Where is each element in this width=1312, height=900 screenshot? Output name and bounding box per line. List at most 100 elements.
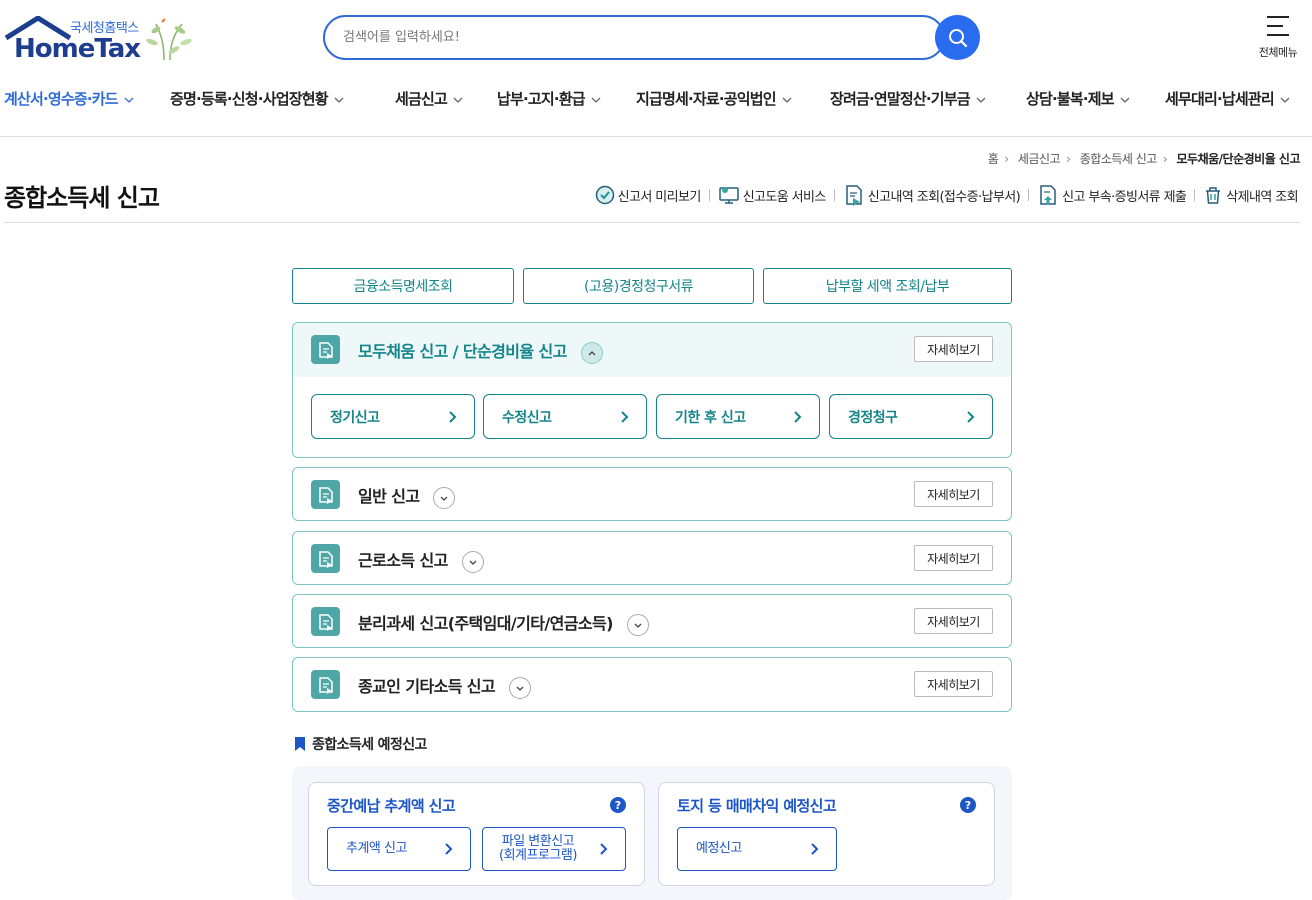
refund-claim-label: 경정청구 [848,409,898,426]
preliminary-report-button[interactable]: 예정신고 [677,827,837,871]
file-conversion-label: 파일 변환신고 [501,833,575,849]
report-history-label: 신고내역 조회(접수증·납부서) [867,189,1021,205]
gnb-label: 계산서·영수증·카드 [4,90,119,108]
chevron-right-icon [621,411,629,423]
document-edit-icon [311,544,340,573]
breadcrumb-income-tax[interactable]: 종합소득세 신고 [1080,152,1158,166]
deleted-history-button[interactable]: 삭제내역 조회 [1203,185,1299,205]
accordion-title: 분리과세 신고(주택임대/기타/연금소득) [358,614,613,633]
employment-refund-docs-button[interactable]: (고용)경정청구서류 [523,268,754,304]
interim-prepayment-card: 중간예납 추계액 신고 ? 추계액 신고 파일 변환신고 (회계프로그램) [308,782,645,886]
chevron-down-icon [453,97,463,103]
accordion-religious-income-report: 종교인 기타소득 신고 자세히보기 [292,657,1012,712]
report-help-label: 신고도움 서비스 [742,189,827,205]
report-history-button[interactable]: 신고내역 조회(접수증·납부서) [843,184,1021,206]
breadcrumb-home[interactable]: 홈 [988,152,999,166]
gnb-certificate-registration[interactable]: 증명·등록·신청·사업장현황 [170,88,344,109]
preliminary-report-label: 예정신고 [696,840,742,856]
gnb-invoice-receipt-card[interactable]: 계산서·영수증·카드 [4,88,134,109]
hamburger-icon [1267,16,1289,36]
check-circle-icon [595,185,614,205]
accordion-title: 종교인 기타소득 신고 [358,677,496,696]
detail-button[interactable]: 자세히보기 [914,481,993,507]
estimate-section-label: 종합소득세 예정신고 [312,737,427,753]
late-report-button[interactable]: 기한 후 신고 [656,394,820,439]
accordion-separate-tax-report: 분리과세 신고(주택임대/기타/연금소득) 자세히보기 [292,594,1012,648]
financial-income-lookup-button[interactable]: 금융소득명세조회 [292,268,514,304]
accordion-title: 일반 신고 [358,487,420,506]
accordion-title: 근로소득 신고 [358,551,448,570]
toolbar: 신고서 미리보기 신고도움 서비스 신고내역 조회(접수증·납부서) 신고 부속… [595,184,1299,206]
estimate-panel: 중간예납 추계액 신고 ? 추계액 신고 파일 변환신고 (회계프로그램) 토지 … [292,766,1012,900]
gnb-payment-refund[interactable]: 납부·고지·환급 [497,88,601,109]
detail-button[interactable]: 자세히보기 [914,336,993,362]
help-icon[interactable]: ? [610,797,626,813]
regular-report-button[interactable]: 정기신고 [311,394,475,439]
accordion-earned-income-report: 근로소득 신고 자세히보기 [292,531,1012,585]
gnb-tax-agent[interactable]: 세무대리·납세관리 [1165,88,1290,109]
gnb-label: 장려금·연말정산·기부금 [830,90,971,108]
deleted-history-label: 삭제내역 조회 [1226,189,1298,205]
land-trade-gain-card: 토지 등 매매차익 예정신고 ? 예정신고 [658,782,995,886]
chevron-down-icon [591,97,601,103]
tax-payment-lookup-button[interactable]: 납부할 세액 조회/납부 [763,268,1012,304]
gnb-payment-statement[interactable]: 지급명세·자료·공익법인 [636,88,792,109]
detail-button[interactable]: 자세히보기 [914,545,993,571]
chevron-down-icon [976,97,986,103]
help-icon[interactable]: ? [960,797,976,813]
gnb-label: 상담·불복·제보 [1026,90,1115,108]
chevron-down-icon[interactable] [626,613,649,636]
attach-docs-button[interactable]: 신고 부속·증빙서류 제출 [1037,184,1187,206]
report-help-button[interactable]: 신고도움 서비스 [718,185,826,205]
accordion-header[interactable]: 근로소득 신고 자세히보기 [293,532,1011,584]
gnb-label: 증명·등록·신청·사업장현황 [170,90,329,108]
detail-button[interactable]: 자세히보기 [914,671,993,697]
search-button[interactable] [935,15,980,60]
logo-wordmark: HomeTax [14,34,141,64]
bookmark-icon [295,737,305,751]
gnb-tax-report[interactable]: 세금신고 [395,88,463,109]
accordion-header[interactable]: 분리과세 신고(주택임대/기타/연금소득) 자세히보기 [293,595,1011,647]
document-upload-icon [1040,185,1056,205]
chevron-down-icon[interactable] [433,486,456,509]
preview-report-button[interactable]: 신고서 미리보기 [595,185,701,205]
header-divider [0,136,1312,137]
document-edit-icon [311,670,340,699]
chevron-up-icon[interactable] [580,341,603,364]
amended-report-button[interactable]: 수정신고 [483,394,647,439]
regular-report-label: 정기신고 [330,409,380,426]
gnb-incentive-yearend[interactable]: 장려금·연말정산·기부금 [830,88,986,109]
estimate-section-title: 종합소득세 예정신고 [294,734,427,754]
estimate-amount-report-button[interactable]: 추계액 신고 [327,827,471,871]
chevron-right-icon [811,843,819,855]
trash-icon [1206,187,1221,204]
gnb-label: 세무대리·납세관리 [1165,90,1275,108]
attach-docs-label: 신고 부속·증빙서류 제출 [1062,189,1187,205]
accordion-simple-report: 모두채움 신고 / 단순경비율 신고 자세히보기 정기신고 수정신고 기한 후 … [292,322,1012,458]
chevron-down-icon [1280,97,1290,103]
accordion-general-report: 일반 신고 자세히보기 [292,467,1012,521]
breadcrumb-tax-report[interactable]: 세금신고 [1018,152,1061,166]
search-box[interactable] [323,15,945,60]
gnb-label: 납부·고지·환급 [497,90,586,108]
accordion-header[interactable]: 종교인 기타소득 신고 자세히보기 [293,658,1011,710]
accordion-header[interactable]: 일반 신고 자세히보기 [293,468,1011,520]
chevron-down-icon [334,97,344,103]
gnb-label: 세금신고 [395,90,448,108]
accordion-header[interactable]: 모두채움 신고 / 단순경비율 신고 자세히보기 [293,323,1011,377]
file-conversion-report-button[interactable]: 파일 변환신고 (회계프로그램) [482,827,626,871]
chevron-right-icon [445,843,453,855]
chevron-down-icon[interactable] [461,550,484,573]
all-menu-button[interactable]: 전체메뉴 [1252,14,1304,60]
detail-button[interactable]: 자세히보기 [914,608,993,634]
estimate-amount-report-label: 추계액 신고 [346,840,407,856]
search-input[interactable] [325,17,885,58]
hometax-logo[interactable]: 국세청홈택스 HomeTax [4,14,204,64]
card-title: 토지 등 매매차익 예정신고 [677,797,837,815]
page-title: 종합소득세 신고 [4,184,160,212]
refund-claim-button[interactable]: 경정청구 [829,394,993,439]
chevron-down-icon[interactable] [509,676,532,699]
gnb-consult-appeal[interactable]: 상담·불복·제보 [1026,88,1130,109]
card-title: 중간예납 추계액 신고 [327,797,456,815]
gnb-label: 지급명세·자료·공익법인 [636,90,777,108]
